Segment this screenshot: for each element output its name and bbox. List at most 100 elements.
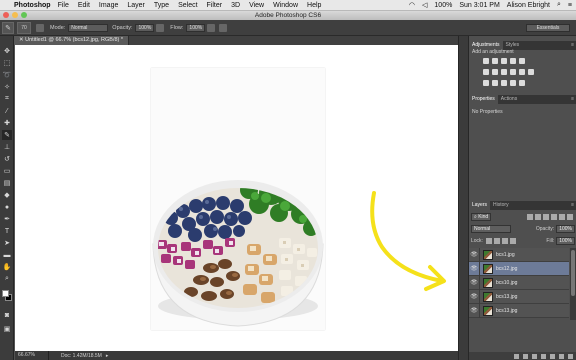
- clock[interactable]: Sun 3:01 PM: [459, 2, 499, 9]
- menu-edit[interactable]: Edit: [78, 2, 90, 9]
- color-balance-icon[interactable]: [492, 69, 498, 75]
- filter-smart-object-icon[interactable]: [559, 213, 565, 220]
- workspace-select[interactable]: Essentials: [526, 23, 570, 32]
- pen-tool-icon[interactable]: ✒: [2, 214, 12, 224]
- crop-tool-icon[interactable]: ⌗: [2, 94, 12, 104]
- menu-type[interactable]: Type: [154, 2, 169, 9]
- wifi-icon[interactable]: ◠: [409, 1, 415, 9]
- link-layers-icon[interactable]: [514, 353, 519, 359]
- vibrance-icon[interactable]: [519, 58, 525, 64]
- tab-layers[interactable]: Layers: [469, 201, 491, 210]
- hand-tool-icon[interactable]: ✋: [2, 262, 12, 272]
- layer-kind-filter[interactable]: ⌕ Kind: [471, 212, 492, 221]
- mode-select[interactable]: Normal: [68, 23, 109, 32]
- list-icon[interactable]: ≡: [568, 2, 572, 9]
- dodge-tool-icon[interactable]: ●: [2, 202, 12, 212]
- gradient-tool-icon[interactable]: ▤: [2, 178, 12, 188]
- airbrush-icon[interactable]: [207, 23, 216, 32]
- opacity-field[interactable]: 100%: [135, 23, 155, 32]
- path-selection-tool-icon[interactable]: ➤: [2, 238, 12, 248]
- new-group-icon[interactable]: [550, 353, 555, 359]
- new-layer-icon[interactable]: [559, 353, 564, 359]
- menu-image[interactable]: Image: [99, 2, 118, 9]
- add-mask-icon[interactable]: [532, 353, 537, 359]
- posterize-icon[interactable]: [492, 80, 498, 86]
- menu-3d[interactable]: 3D: [231, 2, 240, 9]
- selective-color-icon[interactable]: [519, 80, 525, 86]
- levels-icon[interactable]: [492, 58, 498, 64]
- visibility-eye-icon[interactable]: 👁: [469, 265, 479, 272]
- zoom-tool-icon[interactable]: ⌕: [2, 274, 12, 284]
- curves-icon[interactable]: [501, 58, 507, 64]
- layer-fill-field[interactable]: 100%: [556, 236, 575, 245]
- clone-stamp-tool-icon[interactable]: ⊥: [2, 142, 12, 152]
- panel-menu-icon[interactable]: ≡: [571, 95, 576, 104]
- user-name[interactable]: Alison Ebright: [507, 2, 550, 9]
- menu-file[interactable]: File: [58, 2, 69, 9]
- type-tool-icon[interactable]: T: [2, 226, 12, 236]
- healing-brush-tool-icon[interactable]: ✚: [2, 118, 12, 128]
- filter-pixel-icon[interactable]: [527, 213, 533, 220]
- document-canvas[interactable]: [151, 68, 325, 330]
- channel-mixer-icon[interactable]: [519, 69, 525, 75]
- blend-mode-select[interactable]: Normal: [471, 224, 511, 233]
- color-lookup-icon[interactable]: [528, 69, 534, 75]
- volume-icon[interactable]: ◁: [422, 1, 427, 9]
- marquee-tool-icon[interactable]: ⬚: [2, 58, 12, 68]
- brush-tool-preset-icon[interactable]: ✎: [2, 21, 14, 34]
- minimize-window-button[interactable]: [12, 12, 18, 18]
- zoom-window-button[interactable]: [21, 12, 27, 18]
- quick-select-tool-icon[interactable]: ✧: [2, 82, 12, 92]
- delete-layer-icon[interactable]: [568, 353, 573, 359]
- foreground-color-swatch[interactable]: [2, 290, 9, 297]
- lock-position-icon[interactable]: [501, 237, 508, 244]
- layer-list[interactable]: 👁 bcs1.jpg 👁 bcs12.jpg 👁 bcs10.jpg 👁 bcs…: [469, 248, 569, 318]
- flow-field[interactable]: 100%: [186, 23, 206, 32]
- filter-toggle-icon[interactable]: [567, 213, 573, 220]
- search-icon[interactable]: ⌕: [557, 1, 561, 9]
- eraser-tool-icon[interactable]: ▭: [2, 166, 12, 176]
- blur-tool-icon[interactable]: ◆: [2, 190, 12, 200]
- eyedropper-tool-icon[interactable]: ⁄: [2, 106, 12, 116]
- menu-view[interactable]: View: [249, 2, 264, 9]
- menu-select[interactable]: Select: [178, 2, 197, 9]
- menu-filter[interactable]: Filter: [207, 2, 223, 9]
- layer-row[interactable]: 👁 bcs13.jpg: [469, 289, 569, 304]
- layers-scrollbar[interactable]: [570, 248, 576, 320]
- move-tool-icon[interactable]: ✥: [2, 46, 12, 56]
- lock-all-icon[interactable]: [509, 237, 516, 244]
- menu-help[interactable]: Help: [307, 2, 321, 9]
- menu-layer[interactable]: Layer: [127, 2, 145, 9]
- zoom-level-field[interactable]: 66.67%: [15, 351, 49, 360]
- threshold-icon[interactable]: [501, 80, 507, 86]
- panel-menu-icon[interactable]: ≡: [571, 41, 576, 50]
- invert-icon[interactable]: [483, 80, 489, 86]
- menu-app-name[interactable]: Photoshop: [14, 2, 51, 9]
- lock-pixels-icon[interactable]: [493, 237, 500, 244]
- tab-actions[interactable]: Actions: [498, 95, 520, 104]
- brightness-contrast-icon[interactable]: [483, 58, 489, 64]
- new-adjustment-icon[interactable]: [541, 353, 546, 359]
- filter-type-icon[interactable]: [543, 213, 549, 220]
- layer-row[interactable]: 👁 bcs10.jpg: [469, 275, 569, 290]
- scroll-thumb[interactable]: [571, 250, 575, 296]
- hue-saturation-icon[interactable]: [483, 69, 489, 75]
- lasso-tool-icon[interactable]: ➰: [2, 70, 12, 80]
- tab-history[interactable]: History: [490, 201, 512, 210]
- pressure-opacity-icon[interactable]: [156, 23, 165, 32]
- layer-row[interactable]: 👁 bcs1.jpg: [469, 248, 569, 262]
- shape-tool-icon[interactable]: ▬: [2, 250, 12, 260]
- quick-mask-icon[interactable]: ◙: [2, 310, 12, 320]
- visibility-eye-icon[interactable]: 👁: [469, 293, 479, 300]
- screen-mode-icon[interactable]: ▣: [2, 324, 12, 334]
- document-tab[interactable]: ✕ Untitled1 @ 66.7% (bcs12.jpg, RGB/8) *: [14, 36, 130, 45]
- battery-level[interactable]: 100%: [434, 2, 452, 9]
- layer-opacity-field[interactable]: 100%: [556, 224, 575, 233]
- black-white-icon[interactable]: [501, 69, 507, 75]
- brush-tool-icon[interactable]: ✎: [2, 130, 12, 140]
- brush-panel-icon[interactable]: [36, 23, 44, 32]
- menu-window[interactable]: Window: [273, 2, 298, 9]
- visibility-eye-icon[interactable]: 👁: [469, 251, 479, 258]
- pressure-size-icon[interactable]: [219, 23, 228, 32]
- layer-row[interactable]: 👁 bcs13.jpg: [469, 303, 569, 318]
